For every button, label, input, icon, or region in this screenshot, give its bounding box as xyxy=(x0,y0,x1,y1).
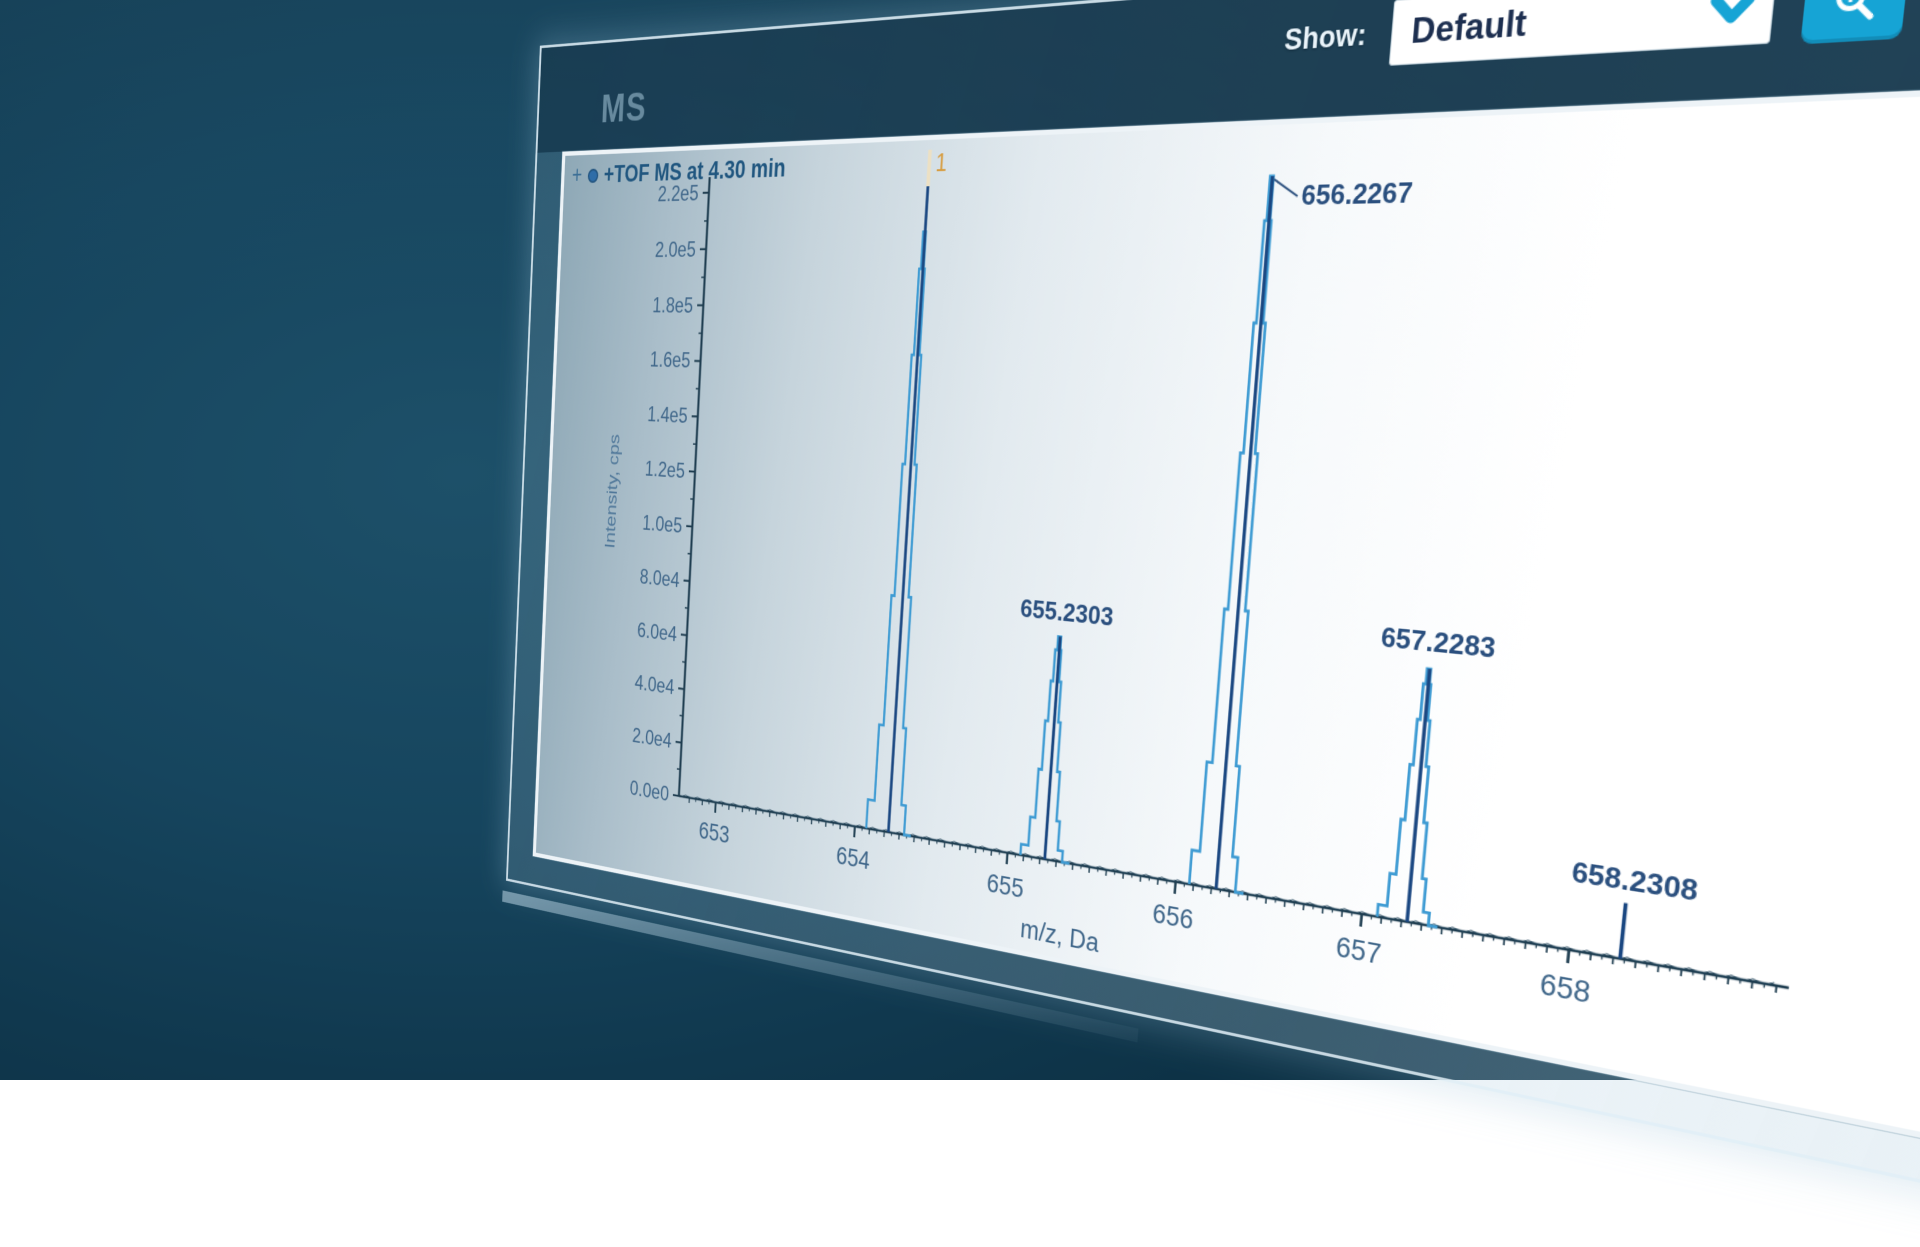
y-tick-label: 1.2e5 xyxy=(644,456,685,483)
y-tick xyxy=(684,580,690,581)
spectrum-plot[interactable]: 0.0e0 2.0e4 4.0e4 6.0e4 8.0e4 1.0e5 1.2e5 1.4e5… xyxy=(536,86,1920,1155)
x-minor-tick xyxy=(1590,954,1591,961)
y-tick-label: 0.0e0 xyxy=(629,775,669,805)
expand-icon[interactable]: + xyxy=(572,163,583,187)
chevron-down-icon xyxy=(1708,0,1756,26)
show-label: Show: xyxy=(1283,17,1368,57)
y-axis-title: Intensity, cps xyxy=(602,434,623,549)
peak-centroid-stick xyxy=(1620,903,1626,959)
magnifier-plus-icon xyxy=(1827,0,1883,26)
x-minor-tick xyxy=(1525,942,1526,949)
x-tick xyxy=(715,802,716,812)
x-tick-label: 654 xyxy=(835,842,870,876)
x-minor-tick xyxy=(1613,957,1614,964)
x-minor-tick xyxy=(1303,904,1304,910)
peak-annotation: 1 xyxy=(935,149,948,177)
x-tick-label: 655 xyxy=(986,869,1025,905)
y-tick xyxy=(673,795,679,796)
peak-centroid-stick xyxy=(888,186,928,832)
dropdown-value: Default xyxy=(1410,3,1529,53)
peak-label: 658.2308 xyxy=(1570,854,1700,906)
x-tick-label: 657 xyxy=(1335,931,1383,971)
y-tick xyxy=(686,526,692,527)
x-tick xyxy=(1568,950,1569,963)
x-minor-tick xyxy=(1342,911,1343,917)
y-tick-label: 1.0e5 xyxy=(642,510,683,538)
x-axis-title: m/z, Da xyxy=(1019,914,1100,959)
peak-label: 655.2303 xyxy=(1019,594,1114,632)
y-minor-tick xyxy=(677,769,680,770)
x-minor-tick xyxy=(1462,931,1463,937)
panel-title: MS xyxy=(600,85,647,133)
x-minor-tick xyxy=(1421,924,1422,930)
x-minor-tick xyxy=(1483,935,1484,941)
zoom-in-button[interactable] xyxy=(1800,0,1910,44)
x-minor-tick xyxy=(1381,917,1382,923)
x-tick-label: 653 xyxy=(698,817,730,849)
x-tick xyxy=(1361,914,1362,927)
x-tick xyxy=(1007,853,1008,864)
display-mode-dropdown[interactable]: Default xyxy=(1389,0,1778,66)
x-minor-tick xyxy=(1441,928,1442,934)
y-tick-label: 2.0e5 xyxy=(655,236,697,262)
peak-label-leader xyxy=(1273,179,1299,197)
y-tick-label: 1.4e5 xyxy=(647,402,688,429)
x-minor-tick xyxy=(1266,898,1267,904)
x-minor-tick xyxy=(1728,977,1729,984)
x-minor-tick xyxy=(1284,901,1285,907)
x-tick xyxy=(854,826,855,837)
toolbar: Show: Default xyxy=(1282,0,1920,75)
y-tick-label: 8.0e4 xyxy=(639,564,680,592)
y-axis-line xyxy=(679,177,710,796)
x-tick-label: 658 xyxy=(1538,968,1592,1011)
x-minor-tick xyxy=(1547,946,1548,953)
x-minor-tick xyxy=(1776,986,1777,993)
x-minor-tick xyxy=(1401,921,1402,927)
ms-panel-window: MS Show: Default xyxy=(506,0,1920,1214)
y-tick-label: 1.8e5 xyxy=(652,292,694,317)
x-minor-tick xyxy=(1752,982,1753,989)
x-minor-tick xyxy=(1681,969,1682,976)
spectrum-panel: 0.0e0 2.0e4 4.0e4 6.0e4 8.0e4 1.0e5 1.2e5 1.4e5… xyxy=(533,79,1920,1162)
peak-label: 656.2267 xyxy=(1300,176,1414,211)
peak-label: 657.2283 xyxy=(1380,621,1497,664)
y-tick-label: 6.0e4 xyxy=(637,617,678,646)
x-tick-label: 656 xyxy=(1151,898,1194,936)
series-dot-icon xyxy=(587,168,598,182)
y-tick-label: 2.0e4 xyxy=(632,723,673,753)
x-minor-tick xyxy=(1322,907,1323,913)
y-tick-label: 1.6e5 xyxy=(649,347,691,373)
x-minor-tick xyxy=(1658,965,1659,972)
desktop-background: MS Show: Default xyxy=(0,0,1920,1080)
x-tick xyxy=(1175,882,1176,894)
y-tick xyxy=(676,742,682,743)
peak-clipped-marker xyxy=(928,150,930,187)
x-minor-tick xyxy=(1504,939,1505,946)
y-tick xyxy=(681,635,687,636)
x-minor-tick xyxy=(1704,973,1705,980)
y-tick xyxy=(678,688,684,689)
y-tick-label: 4.0e4 xyxy=(634,670,675,699)
peak-centroid-stick xyxy=(1216,176,1272,889)
x-minor-tick xyxy=(1635,961,1636,968)
